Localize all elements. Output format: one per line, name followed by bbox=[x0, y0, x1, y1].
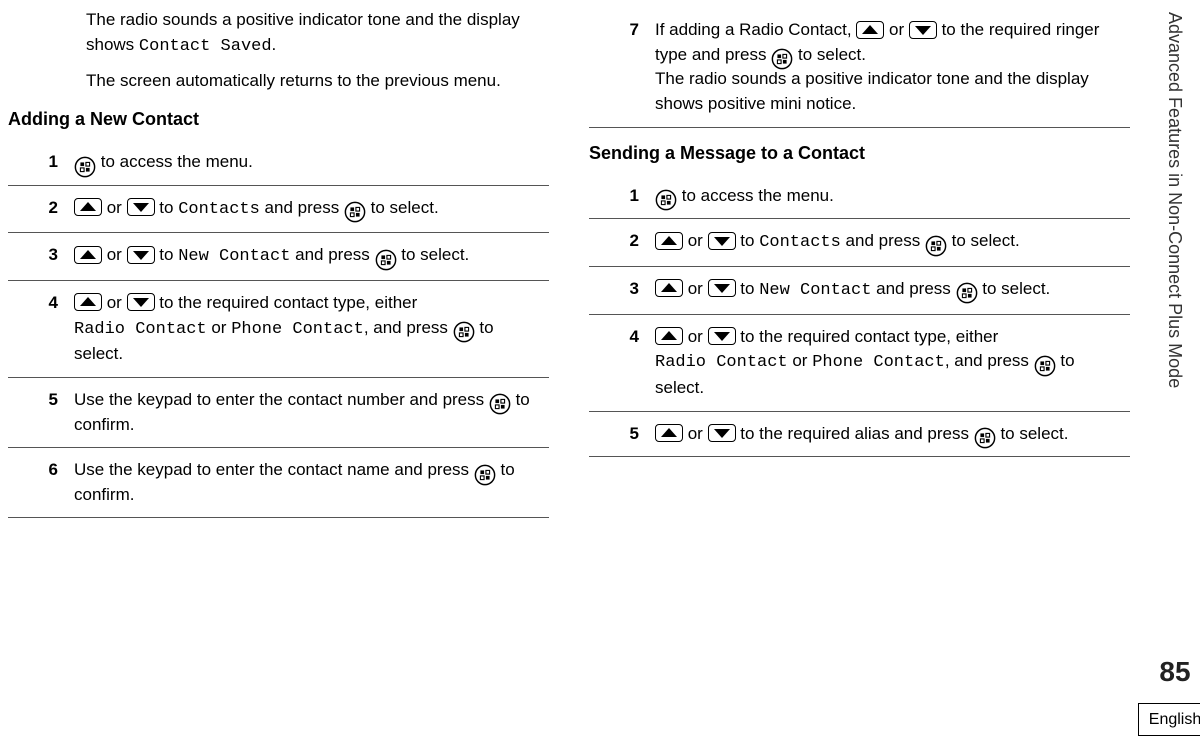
ok-button-icon bbox=[375, 249, 397, 271]
step-body: to access the menu. bbox=[74, 150, 543, 175]
nav-down-icon bbox=[909, 21, 937, 39]
step-row: 6Use the keypad to enter the contact nam… bbox=[8, 448, 549, 518]
ok-button-icon bbox=[74, 156, 96, 178]
step-body: or to New Contact and press to select. bbox=[74, 243, 543, 270]
nav-up-icon bbox=[74, 246, 102, 264]
display-text: New Contact bbox=[178, 247, 290, 266]
step-body: or to Contacts and press to select. bbox=[655, 229, 1124, 256]
ok-button-icon bbox=[1034, 355, 1056, 377]
display-text: Phone Contact bbox=[231, 320, 364, 339]
step-body: or to the required contact type, either … bbox=[74, 291, 543, 367]
intro-paragraph: The screen automatically returns to the … bbox=[86, 69, 543, 94]
nav-up-icon bbox=[74, 293, 102, 311]
step-number: 3 bbox=[32, 243, 62, 270]
ok-button-icon bbox=[974, 427, 996, 449]
nav-down-icon bbox=[708, 424, 736, 442]
step-number: 3 bbox=[613, 277, 643, 304]
side-strip: Advanced Features in Non-Connect Plus Mo… bbox=[1150, 0, 1200, 750]
step-body: to access the menu. bbox=[655, 184, 1124, 209]
step-row: 3 or to New Contact and press to select. bbox=[8, 233, 549, 281]
nav-down-icon bbox=[708, 327, 736, 345]
display-text: Contacts bbox=[178, 200, 260, 219]
step-body: or to the required contact type, either … bbox=[655, 325, 1124, 401]
step-list-right: 1 to access the menu.2 or to Contacts an… bbox=[589, 174, 1130, 457]
page: The radio sounds a positive indicator to… bbox=[0, 0, 1200, 750]
step-row: 2 or to Contacts and press to select. bbox=[8, 186, 549, 234]
nav-down-icon bbox=[708, 232, 736, 250]
display-text: Contact Saved bbox=[139, 37, 272, 56]
step-number: 1 bbox=[613, 184, 643, 209]
step-row: 7If adding a Radio Contact, or to the re… bbox=[589, 8, 1130, 128]
ok-button-icon bbox=[925, 235, 947, 257]
step-row: 4 or to the required contact type, eithe… bbox=[589, 315, 1130, 412]
nav-up-icon bbox=[655, 424, 683, 442]
step-body: Use the keypad to enter the contact name… bbox=[74, 458, 543, 507]
step-body: or to Contacts and press to select. bbox=[74, 196, 543, 223]
nav-up-icon bbox=[856, 21, 884, 39]
step-row: 2 or to Contacts and press to select. bbox=[589, 219, 1130, 267]
display-text: Contacts bbox=[759, 233, 841, 252]
step-number: 7 bbox=[613, 18, 643, 117]
page-number: 85 bbox=[1159, 652, 1190, 693]
ok-button-icon bbox=[489, 393, 511, 415]
display-text: Phone Contact bbox=[812, 353, 945, 372]
language-label: English bbox=[1138, 703, 1200, 736]
step-row: 4 or to the required contact type, eithe… bbox=[8, 281, 549, 378]
nav-up-icon bbox=[74, 198, 102, 216]
step-number: 2 bbox=[613, 229, 643, 256]
nav-up-icon bbox=[655, 327, 683, 345]
step-body: Use the keypad to enter the contact numb… bbox=[74, 388, 543, 437]
display-text: Radio Contact bbox=[74, 320, 207, 339]
section-heading-right: Sending a Message to a Contact bbox=[589, 140, 1130, 166]
ok-button-icon bbox=[655, 189, 677, 211]
display-text: New Contact bbox=[759, 281, 871, 300]
page-footer: 85 English bbox=[1138, 652, 1200, 740]
ok-button-icon bbox=[453, 321, 475, 343]
nav-down-icon bbox=[708, 279, 736, 297]
nav-up-icon bbox=[655, 279, 683, 297]
step-list-right-top: 7If adding a Radio Contact, or to the re… bbox=[589, 8, 1130, 128]
step-row: 5 or to the required alias and press to … bbox=[589, 412, 1130, 458]
right-column: 7If adding a Radio Contact, or to the re… bbox=[589, 8, 1130, 742]
ok-button-icon bbox=[474, 464, 496, 486]
step-row: 3 or to New Contact and press to select. bbox=[589, 267, 1130, 315]
ok-button-icon bbox=[344, 201, 366, 223]
content-columns: The radio sounds a positive indicator to… bbox=[0, 0, 1150, 750]
step-number: 2 bbox=[32, 196, 62, 223]
ok-button-icon bbox=[771, 48, 793, 70]
left-column: The radio sounds a positive indicator to… bbox=[8, 8, 549, 742]
step-row: 1 to access the menu. bbox=[589, 174, 1130, 220]
nav-down-icon bbox=[127, 293, 155, 311]
step-number: 5 bbox=[32, 388, 62, 437]
nav-down-icon bbox=[127, 198, 155, 216]
step-number: 4 bbox=[32, 291, 62, 367]
step-body: or to the required alias and press to se… bbox=[655, 422, 1124, 447]
step-body: or to New Contact and press to select. bbox=[655, 277, 1124, 304]
step-row: 5Use the keypad to enter the contact num… bbox=[8, 378, 549, 448]
step-list-left: 1 to access the menu.2 or to Contacts an… bbox=[8, 140, 549, 518]
chapter-title: Advanced Features in Non-Connect Plus Mo… bbox=[1162, 10, 1188, 388]
nav-down-icon bbox=[127, 246, 155, 264]
step-body: If adding a Radio Contact, or to the req… bbox=[655, 18, 1124, 117]
step-number: 5 bbox=[613, 422, 643, 447]
step-number: 6 bbox=[32, 458, 62, 507]
step-row: 1 to access the menu. bbox=[8, 140, 549, 186]
step-number: 1 bbox=[32, 150, 62, 175]
intro-paragraph: The radio sounds a positive indicator to… bbox=[86, 8, 543, 59]
step-number: 4 bbox=[613, 325, 643, 401]
display-text: Radio Contact bbox=[655, 353, 788, 372]
section-heading-left: Adding a New Contact bbox=[8, 106, 549, 132]
intro-block: The radio sounds a positive indicator to… bbox=[8, 8, 549, 94]
ok-button-icon bbox=[956, 282, 978, 304]
nav-up-icon bbox=[655, 232, 683, 250]
